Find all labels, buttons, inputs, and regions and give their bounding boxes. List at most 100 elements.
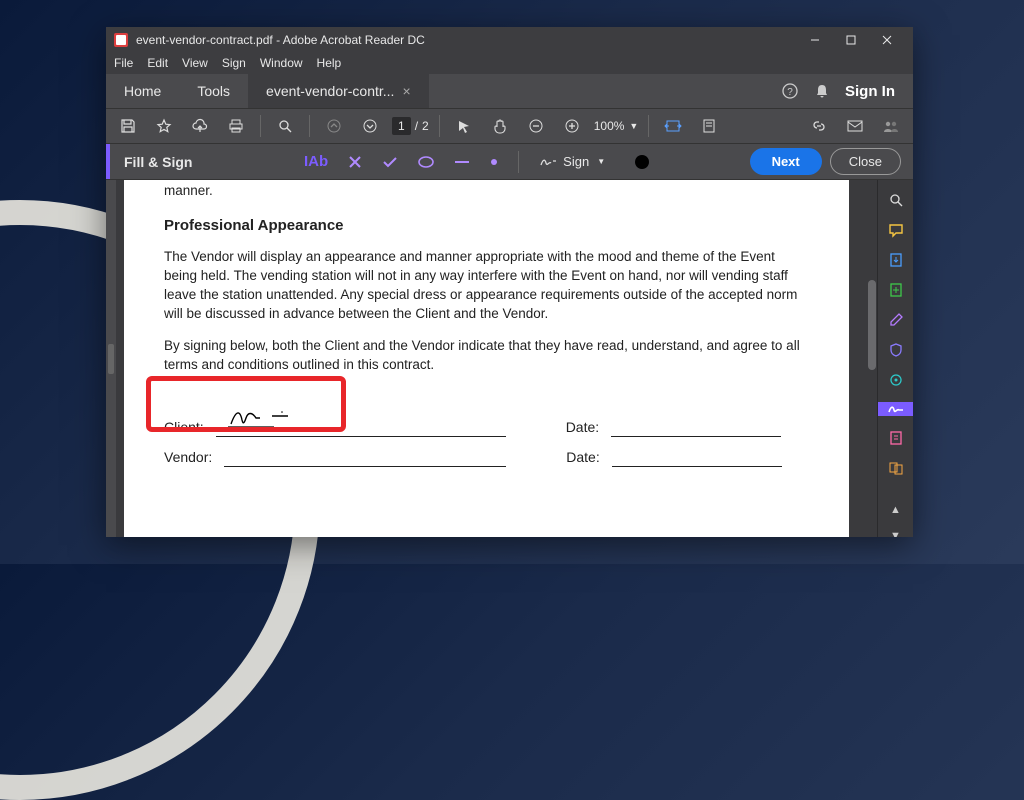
fill-sign-title: Fill & Sign xyxy=(110,154,290,170)
signature-icon xyxy=(539,155,557,169)
menu-window[interactable]: Window xyxy=(260,56,303,70)
next-button[interactable]: Next xyxy=(750,148,822,175)
client-signature-field[interactable]: Client: xyxy=(164,417,506,437)
titlebar[interactable]: event-vendor-contract.pdf - Adobe Acroba… xyxy=(106,27,913,52)
close-fillsign-button[interactable]: Close xyxy=(830,148,901,175)
cross-tool-icon[interactable] xyxy=(348,155,362,169)
current-page[interactable]: 1 xyxy=(392,117,411,135)
content-area: manner. Professional Appearance The Vend… xyxy=(106,180,913,537)
fit-page-icon[interactable] xyxy=(695,112,723,140)
vendor-date-line[interactable] xyxy=(612,447,782,467)
close-window-button[interactable] xyxy=(869,27,905,52)
hand-tool-icon[interactable] xyxy=(486,112,514,140)
scroll-tools-down-icon[interactable]: ▼ xyxy=(890,530,901,537)
minimize-button[interactable] xyxy=(797,27,833,52)
tab-document[interactable]: event-vendor-contr... × xyxy=(248,74,429,108)
zoom-in-icon[interactable] xyxy=(558,112,586,140)
find-icon[interactable] xyxy=(271,112,299,140)
zoom-out-icon[interactable] xyxy=(522,112,550,140)
create-pdf-icon[interactable] xyxy=(885,282,907,298)
save-icon[interactable] xyxy=(114,112,142,140)
client-signature-line[interactable] xyxy=(216,417,506,437)
scroll-thumb[interactable] xyxy=(868,280,876,370)
circle-tool-icon[interactable] xyxy=(418,156,434,168)
app-icon xyxy=(114,33,128,47)
help-icon[interactable]: ? xyxy=(781,82,799,100)
search-tool-icon[interactable] xyxy=(885,192,907,208)
menu-edit[interactable]: Edit xyxy=(147,56,168,70)
tab-home[interactable]: Home xyxy=(106,74,179,108)
selection-tool-icon[interactable] xyxy=(450,112,478,140)
vendor-signature-line[interactable] xyxy=(224,447,506,467)
page-up-icon[interactable] xyxy=(320,112,348,140)
paragraph-2: By signing below, both the Client and th… xyxy=(164,337,809,375)
menu-view[interactable]: View xyxy=(182,56,208,70)
fit-width-icon[interactable] xyxy=(659,112,687,140)
client-label: Client: xyxy=(164,418,204,438)
left-nav-rail[interactable] xyxy=(106,180,116,537)
vendor-signature-field[interactable]: Vendor: xyxy=(164,447,506,467)
compress-icon[interactable] xyxy=(885,430,907,446)
sign-dropdown[interactable]: Sign ▼ xyxy=(539,154,605,169)
color-picker-dot[interactable] xyxy=(635,155,649,169)
date-label-2: Date: xyxy=(566,448,599,468)
menubar: File Edit View Sign Window Help xyxy=(106,52,913,74)
edit-pdf-icon[interactable] xyxy=(885,312,907,328)
page-down-icon[interactable] xyxy=(356,112,384,140)
client-date-line[interactable] xyxy=(611,417,781,437)
main-toolbar: 1 / 2 100% ▼ xyxy=(106,108,913,144)
text-tool[interactable]: IAb xyxy=(304,153,328,170)
vendor-date-field[interactable]: Date: xyxy=(566,447,781,467)
convert-icon[interactable] xyxy=(885,460,907,476)
scroll-tools-up-icon[interactable]: ▲ xyxy=(890,504,901,516)
zoom-level[interactable]: 100% ▼ xyxy=(594,119,639,133)
pdf-page[interactable]: manner. Professional Appearance The Vend… xyxy=(124,180,849,537)
document-viewport[interactable]: manner. Professional Appearance The Vend… xyxy=(116,180,867,537)
page-indicator[interactable]: 1 / 2 xyxy=(392,117,429,135)
paragraph-1: The Vendor will display an appearance an… xyxy=(164,248,809,324)
window-title: event-vendor-contract.pdf - Adobe Acroba… xyxy=(136,33,797,47)
tab-close-icon[interactable]: × xyxy=(402,83,410,99)
dot-tool-icon[interactable] xyxy=(490,158,498,166)
comment-tool-icon[interactable] xyxy=(885,222,907,238)
right-tool-rail: ▲ ▼ xyxy=(877,180,913,537)
vertical-scrollbar[interactable] xyxy=(867,180,877,537)
notifications-icon[interactable] xyxy=(813,82,831,100)
client-signature-mark[interactable] xyxy=(226,402,296,432)
check-tool-icon[interactable] xyxy=(382,155,398,169)
sign-label: Sign xyxy=(563,154,589,169)
email-icon[interactable] xyxy=(841,112,869,140)
tab-document-label: event-vendor-contr... xyxy=(266,83,394,99)
svg-text:?: ? xyxy=(787,87,793,98)
cloud-icon[interactable] xyxy=(186,112,214,140)
tab-tools[interactable]: Tools xyxy=(179,74,248,108)
menu-sign[interactable]: Sign xyxy=(222,56,246,70)
fill-sign-tool-icon[interactable] xyxy=(878,402,914,416)
fill-sign-toolbar: Fill & Sign IAb Sign ▼ Next Close xyxy=(106,144,913,180)
star-icon[interactable] xyxy=(150,112,178,140)
maximize-button[interactable] xyxy=(833,27,869,52)
page-separator: / xyxy=(415,119,418,133)
signature-row-client: Client: Date: xyxy=(164,417,809,437)
sign-in-link[interactable]: Sign In xyxy=(845,83,895,100)
menu-help[interactable]: Help xyxy=(317,56,342,70)
export-pdf-icon[interactable] xyxy=(885,252,907,268)
section-heading: Professional Appearance xyxy=(164,215,809,236)
vendor-label: Vendor: xyxy=(164,448,212,468)
organize-icon[interactable] xyxy=(885,372,907,388)
zoom-value: 100% xyxy=(594,119,625,133)
date-label-1: Date: xyxy=(566,418,599,438)
zoom-dropdown-icon[interactable]: ▼ xyxy=(629,121,638,131)
left-rail-handle-icon[interactable] xyxy=(108,344,114,374)
print-icon[interactable] xyxy=(222,112,250,140)
tabbar: Home Tools event-vendor-contr... × ? Sig… xyxy=(106,74,913,108)
protect-icon[interactable] xyxy=(885,342,907,358)
acrobat-window: event-vendor-contract.pdf - Adobe Acroba… xyxy=(106,27,913,537)
prev-paragraph-tail: manner. xyxy=(164,180,809,201)
share-people-icon[interactable] xyxy=(877,112,905,140)
line-tool-icon[interactable] xyxy=(454,159,470,165)
menu-file[interactable]: File xyxy=(114,56,133,70)
share-link-icon[interactable] xyxy=(805,112,833,140)
chevron-down-icon: ▼ xyxy=(597,157,605,166)
client-date-field[interactable]: Date: xyxy=(566,417,781,437)
